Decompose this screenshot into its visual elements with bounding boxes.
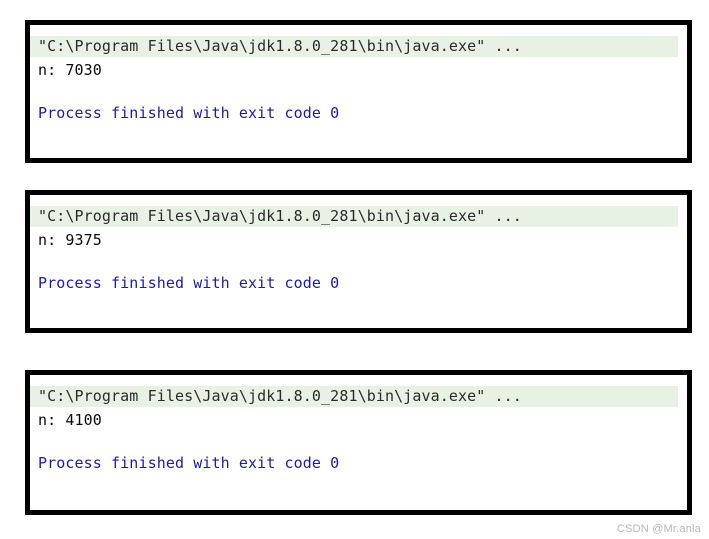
console-output-line: n: 7030 [38, 61, 102, 79]
console-command-line: "C:\Program Files\Java\jdk1.8.0_281\bin\… [30, 206, 678, 227]
csdn-watermark: CSDN @Mr.anla [616, 523, 701, 535]
console-output-line: n: 9375 [38, 231, 102, 249]
console-process-finished-line: Process finished with exit code 0 [38, 274, 340, 292]
console-command-line: "C:\Program Files\Java\jdk1.8.0_281\bin\… [30, 36, 678, 57]
console-body[interactable]: "C:\Program Files\Java\jdk1.8.0_281\bin\… [30, 25, 687, 158]
console-body[interactable]: "C:\Program Files\Java\jdk1.8.0_281\bin\… [30, 375, 687, 510]
console-panel: "C:\Program Files\Java\jdk1.8.0_281\bin\… [25, 370, 692, 515]
console-process-finished-line: Process finished with exit code 0 [38, 454, 340, 472]
console-output-line: n: 4100 [38, 411, 102, 429]
console-body[interactable]: "C:\Program Files\Java\jdk1.8.0_281\bin\… [30, 195, 687, 328]
console-output-group: "C:\Program Files\Java\jdk1.8.0_281\bin\… [0, 0, 709, 539]
console-panel: "C:\Program Files\Java\jdk1.8.0_281\bin\… [25, 20, 692, 163]
console-process-finished-line: Process finished with exit code 0 [38, 104, 340, 122]
console-command-line: "C:\Program Files\Java\jdk1.8.0_281\bin\… [30, 386, 678, 407]
console-panel: "C:\Program Files\Java\jdk1.8.0_281\bin\… [25, 190, 692, 333]
